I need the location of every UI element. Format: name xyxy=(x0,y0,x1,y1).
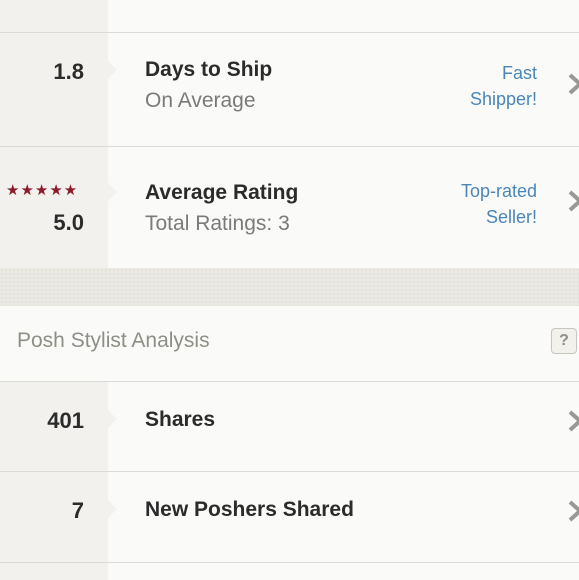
section-title: Posh Stylist Analysis xyxy=(17,329,210,352)
stat-column xyxy=(0,0,108,32)
row-notch xyxy=(108,61,117,79)
section-header: Posh Stylist Analysis xyxy=(0,306,579,382)
badge-line-2: Seller! xyxy=(485,207,537,227)
days-to-ship-title: Days to Ship xyxy=(145,58,273,81)
badge-line-2: Shipper! xyxy=(469,89,537,109)
chevron-right-icon[interactable] xyxy=(566,73,579,95)
bottom-partial-row xyxy=(0,563,579,580)
days-to-ship-row[interactable]: 1.8 Days to Ship On Average Fast Shipper… xyxy=(0,33,579,147)
row-notch xyxy=(108,410,117,428)
new-poshers-shared-row[interactable]: 7 New Poshers Shared xyxy=(0,472,579,563)
new-poshers-title: New Poshers Shared xyxy=(145,498,354,521)
shares-value: 401 xyxy=(47,408,84,433)
row-notch xyxy=(108,183,117,201)
average-rating-value: 5.0 xyxy=(53,210,84,235)
average-rating-subtitle: Total Ratings: 3 xyxy=(145,212,290,235)
stat-column xyxy=(0,147,108,268)
chevron-right-icon[interactable] xyxy=(566,190,579,212)
chevron-right-icon[interactable] xyxy=(566,500,579,522)
shares-row[interactable]: 401 Shares xyxy=(0,382,579,472)
badge-line-1: Top-rated xyxy=(460,181,537,201)
shares-title: Shares xyxy=(145,408,216,431)
days-to-ship-subtitle: On Average xyxy=(145,89,256,112)
stat-column xyxy=(0,33,108,146)
section-divider xyxy=(0,268,579,307)
badge-line-1: Fast xyxy=(501,63,537,83)
days-to-ship-value: 1.8 xyxy=(53,59,84,84)
top-partial-row xyxy=(0,0,579,33)
star-rating: ★★★★★ xyxy=(6,182,79,199)
top-rated-badge: Top-rated Seller! xyxy=(461,178,537,230)
help-button[interactable]: ? xyxy=(551,328,577,354)
chevron-right-icon[interactable] xyxy=(566,410,579,432)
row-notch xyxy=(108,500,117,518)
average-rating-title: Average Rating xyxy=(145,181,299,204)
stat-column xyxy=(0,563,108,580)
fast-shipper-badge: Fast Shipper! xyxy=(470,60,537,112)
new-poshers-value: 7 xyxy=(71,498,84,523)
average-rating-row[interactable]: ★★★★★ 5.0 Average Rating Total Ratings: … xyxy=(0,147,579,269)
